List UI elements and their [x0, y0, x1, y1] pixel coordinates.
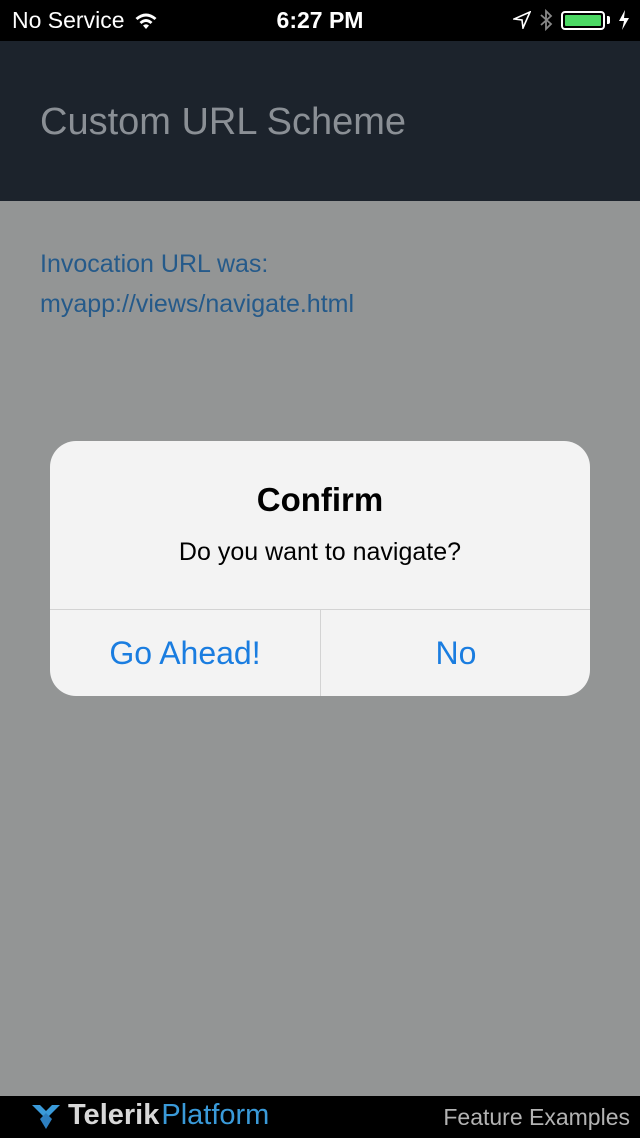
status-right: [513, 8, 630, 32]
go-ahead-button[interactable]: Go Ahead!: [50, 610, 320, 696]
battery-cap: [607, 16, 610, 24]
invocation-info: Invocation URL was: myapp://views/naviga…: [40, 244, 354, 324]
invocation-label: Invocation URL was:: [40, 250, 269, 278]
feature-examples-label: Feature Examples: [443, 1104, 630, 1130]
confirm-dialog: Confirm Do you want to navigate? Go Ahea…: [50, 441, 590, 696]
telerik-logo-icon: [32, 1104, 60, 1129]
charging-bolt-icon: [619, 10, 629, 30]
battery-icon: [561, 10, 605, 30]
location-arrow-icon: [513, 11, 531, 29]
dialog-message: Do you want to navigate?: [178, 538, 462, 566]
page-title: Custom URL Scheme: [40, 101, 407, 143]
telerik-platform-logo: Telerik Platform: [30, 1099, 269, 1132]
app-header: Custom URL Scheme: [0, 41, 640, 201]
no-button[interactable]: No: [321, 610, 590, 696]
logo-text-platform: Platform: [161, 1099, 270, 1131]
bluetooth-icon: [540, 8, 553, 32]
status-bar: No Service 6:27 PM: [0, 0, 640, 41]
dialog-title: Confirm: [256, 481, 384, 518]
footer-bar: Telerik Platform Feature Examples: [0, 1096, 640, 1138]
logo-text-telerik: Telerik: [68, 1099, 160, 1131]
invocation-url: myapp://views/navigate.html: [40, 290, 355, 318]
